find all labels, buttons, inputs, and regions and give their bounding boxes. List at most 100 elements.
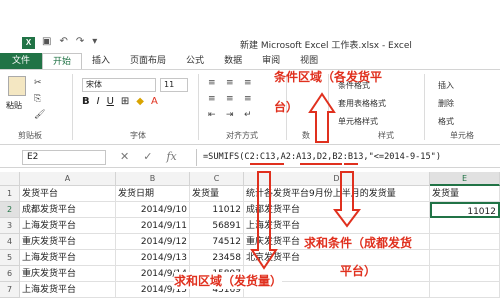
enter-icon[interactable]: ✓	[143, 150, 152, 163]
insert-function-icon[interactable]: fx	[166, 150, 176, 163]
cell-b3[interactable]: 2014/9/11	[116, 218, 190, 234]
wrap-text-icon[interactable]: ↵	[244, 110, 256, 120]
paste-icon[interactable]	[8, 76, 26, 96]
formula-underline-a-range	[300, 163, 342, 165]
format-painter-icon[interactable]: 🖌	[34, 110, 45, 120]
font-name-select[interactable]: 宋体	[82, 78, 156, 92]
cell-e3[interactable]	[430, 218, 500, 234]
tab-file[interactable]: 文件	[0, 53, 42, 69]
select-all-corner[interactable]	[0, 172, 20, 186]
styles-group-label: 样式	[378, 131, 394, 140]
border-icon[interactable]: ⊞	[121, 96, 129, 107]
cell-e4[interactable]	[430, 234, 500, 250]
separator	[198, 74, 199, 140]
column-header-c[interactable]: C	[190, 172, 244, 186]
row-header-5[interactable]: 5	[0, 250, 20, 266]
font-format-row: B I U ⊞ ◆ A	[82, 96, 158, 107]
cell-e2-selected[interactable]: 11012	[430, 202, 500, 218]
tab-view[interactable]: 视图	[290, 53, 328, 69]
redo-icon[interactable]: ↷	[76, 36, 84, 47]
column-header-d[interactable]: D	[244, 172, 430, 186]
cell-b2[interactable]: 2014/9/10	[116, 202, 190, 218]
cut-icon[interactable]: ✂	[34, 78, 42, 88]
clipboard-group-label: 剪贴板	[18, 131, 42, 140]
cell-a5[interactable]: 上海发货平台	[20, 250, 116, 266]
row-header-6[interactable]: 6	[0, 266, 20, 282]
name-box[interactable]: E2	[22, 150, 106, 165]
cell-b4[interactable]: 2014/9/12	[116, 234, 190, 250]
formula-underline-d2	[344, 163, 358, 165]
copy-icon[interactable]: ⎘	[34, 94, 41, 104]
fill-color-icon[interactable]: ◆	[136, 96, 144, 107]
row-header-3[interactable]: 3	[0, 218, 20, 234]
tab-home[interactable]: 开始	[42, 53, 83, 69]
align-bottom-icon[interactable]: ≡	[244, 78, 256, 88]
dropdown-icon[interactable]: ▾	[92, 36, 97, 47]
title-bar: X ▣ ↶ ↷ ▾ 新建 Microsoft Excel 工作表.xlsx - …	[0, 34, 500, 52]
tab-formulas[interactable]: 公式	[176, 53, 214, 69]
row-header-2[interactable]: 2	[0, 202, 20, 218]
column-header-a[interactable]: A	[20, 172, 116, 186]
paste-label[interactable]: 粘贴	[6, 100, 22, 111]
tab-data[interactable]: 数据	[214, 53, 252, 69]
sum-condition-label-line2: 平台）	[340, 264, 377, 278]
cell-d3[interactable]: 上海发货平台	[244, 218, 430, 234]
ribbon: 粘贴 ✂ ⎘ 🖌 剪贴板 宋体 11 B I U ⊞ ◆ A 字体 ≡ ≡ ≡ …	[0, 69, 500, 145]
formula-bar: E2 ✕ ✓ fx =SUMIFS(C2:C13,A2:A13,D2,B2:B1…	[0, 148, 500, 168]
sum-condition-label-line1: 求和条件（成都发货	[304, 236, 413, 250]
indent-decrease-icon[interactable]: ⇤	[208, 110, 220, 120]
delete-cells-button[interactable]: 删除	[438, 98, 454, 109]
cell-c3[interactable]: 56891	[190, 218, 244, 234]
align-left-icon[interactable]: ≡	[208, 94, 220, 104]
align-center-icon[interactable]: ≡	[226, 94, 238, 104]
cell-e5[interactable]	[430, 250, 500, 266]
cell-b1[interactable]: 发货日期	[116, 186, 190, 202]
cell-a6[interactable]: 重庆发货平台	[20, 266, 116, 282]
cell-c1[interactable]: 发货量	[190, 186, 244, 202]
font-color-icon[interactable]: A	[151, 96, 158, 107]
align-top-icon[interactable]: ≡	[208, 78, 220, 88]
cell-c4[interactable]: 74512	[190, 234, 244, 250]
undo-icon[interactable]: ↶	[59, 36, 67, 47]
italic-icon[interactable]: I	[97, 96, 100, 107]
cell-c5[interactable]: 23458	[190, 250, 244, 266]
tab-insert[interactable]: 插入	[82, 53, 120, 69]
cell-d5[interactable]: 北京发货平台	[244, 250, 430, 266]
cell-styles-button[interactable]: 单元格样式	[338, 116, 378, 127]
row-header-1[interactable]: 1	[0, 186, 20, 202]
cancel-icon[interactable]: ✕	[120, 150, 129, 163]
tab-page-layout[interactable]: 页面布局	[120, 53, 176, 69]
align-right-icon[interactable]: ≡	[244, 94, 256, 104]
quick-access-toolbar: ▣ ↶ ↷ ▾	[42, 36, 97, 47]
cell-e6[interactable]	[430, 266, 500, 282]
format-as-table-button[interactable]: 套用表格格式	[338, 98, 386, 109]
column-header-b[interactable]: B	[116, 172, 190, 186]
save-icon[interactable]: ▣	[42, 36, 51, 47]
row-header-7[interactable]: 7	[0, 282, 20, 298]
cell-a2[interactable]: 成都发货平台	[20, 202, 116, 218]
separator	[72, 74, 73, 140]
cell-d1[interactable]: 统计各发货平台9月份上半月的发货量	[244, 186, 430, 202]
cell-a3[interactable]: 上海发货平台	[20, 218, 116, 234]
cell-c2[interactable]: 11012	[190, 202, 244, 218]
font-group-label: 字体	[130, 131, 146, 140]
cell-d2[interactable]: 成都发货平台	[244, 202, 430, 218]
separator	[424, 74, 425, 140]
underline-icon[interactable]: U	[107, 96, 114, 107]
alignment-group-label: 对齐方式	[226, 131, 258, 140]
column-header-e[interactable]: E	[430, 172, 500, 186]
tab-review[interactable]: 审阅	[252, 53, 290, 69]
indent-increase-icon[interactable]: ⇥	[226, 110, 238, 120]
cell-a4[interactable]: 重庆发货平台	[20, 234, 116, 250]
cell-a7[interactable]: 上海发货平台	[20, 282, 116, 298]
align-middle-icon[interactable]: ≡	[226, 78, 238, 88]
format-cells-button[interactable]: 格式	[438, 116, 454, 127]
bold-icon[interactable]: B	[82, 96, 90, 107]
cell-a1[interactable]: 发货平台	[20, 186, 116, 202]
cell-e1[interactable]: 发货量	[430, 186, 500, 202]
font-size-select[interactable]: 11	[160, 78, 188, 92]
row-header-4[interactable]: 4	[0, 234, 20, 250]
cell-b5[interactable]: 2014/9/13	[116, 250, 190, 266]
cell-e7[interactable]	[430, 282, 500, 298]
insert-cells-button[interactable]: 插入	[438, 80, 454, 91]
